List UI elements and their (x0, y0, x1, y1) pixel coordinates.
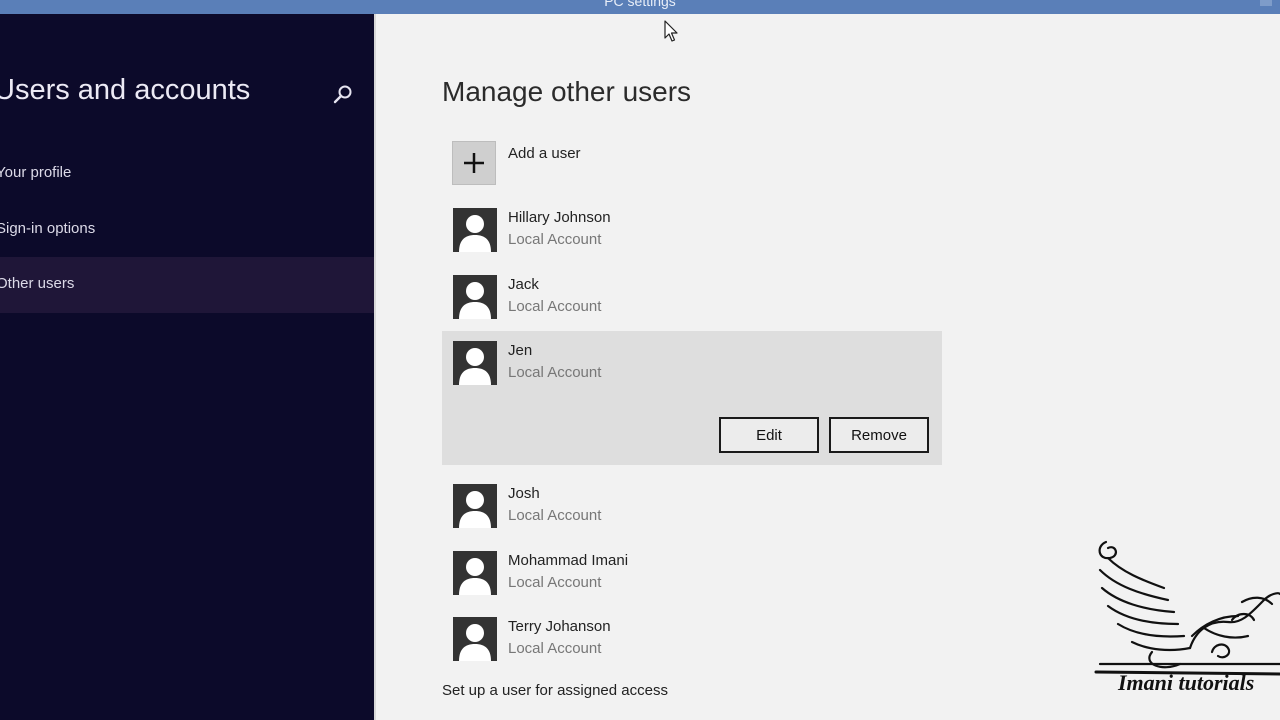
user-list-item-selected[interactable]: Jen Local Account Edit Remove (442, 331, 942, 465)
user-list-item[interactable]: Hillary Johnson Local Account (442, 198, 942, 260)
user-list-item[interactable]: Terry Johanson Local Account (442, 607, 942, 669)
mouse-cursor-icon (664, 20, 678, 42)
user-account-type: Local Account (508, 574, 602, 591)
add-user-tile (452, 141, 496, 185)
watermark-text: Imani tutorials (1117, 670, 1254, 695)
sidebar-item-label: Your profile (0, 164, 72, 181)
user-account-type: Local Account (508, 364, 602, 381)
user-avatar-icon (453, 551, 497, 595)
user-avatar-icon (453, 484, 497, 528)
imani-tutorials-watermark-logo: Imani tutorials (1094, 540, 1280, 695)
search-icon[interactable] (332, 84, 354, 106)
user-name: Mohammad Imani (508, 552, 629, 569)
add-user-button[interactable]: Add a user (442, 136, 902, 192)
user-avatar-icon (453, 617, 497, 661)
user-name: Terry Johanson (508, 618, 611, 635)
window-title: PC settings (604, 0, 676, 9)
sidebar-title: Users and accounts (0, 74, 251, 106)
user-name: Hillary Johnson (508, 209, 611, 226)
user-account-type: Local Account (508, 640, 602, 657)
sidebar-item-other-users[interactable]: Other users (0, 257, 374, 313)
user-avatar-icon (453, 275, 497, 319)
plus-icon (464, 153, 484, 173)
user-list-item[interactable]: Josh Local Account (442, 474, 942, 536)
user-account-type: Local Account (508, 231, 602, 248)
sidebar-item-label: Other users (0, 275, 75, 292)
sidebar: Users and accounts Your profile Sign-in … (0, 14, 374, 720)
sidebar-item-label: Sign-in options (0, 220, 96, 237)
user-avatar-icon (453, 341, 497, 385)
user-list-item[interactable]: Jack Local Account (442, 265, 942, 327)
user-account-type: Local Account (508, 298, 602, 315)
user-name: Jack (508, 276, 539, 293)
add-user-label: Add a user (508, 145, 581, 162)
user-name: Jen (508, 342, 533, 359)
sidebar-item-your-profile[interactable]: Your profile (0, 146, 374, 202)
window-titlebar: PC settings (0, 0, 1280, 14)
window-control-button[interactable] (1260, 0, 1272, 6)
sidebar-item-sign-in-options[interactable]: Sign-in options (0, 202, 374, 258)
user-name: Josh (508, 485, 540, 502)
user-avatar-icon (453, 208, 497, 252)
user-list-item[interactable]: Mohammad Imani Local Account (442, 541, 942, 603)
remove-user-button[interactable]: Remove (829, 417, 929, 453)
edit-user-button[interactable]: Edit (719, 417, 819, 453)
page-title: Manage other users (442, 76, 692, 107)
user-account-type: Local Account (508, 507, 602, 524)
assigned-access-link[interactable]: Set up a user for assigned access (442, 682, 668, 699)
